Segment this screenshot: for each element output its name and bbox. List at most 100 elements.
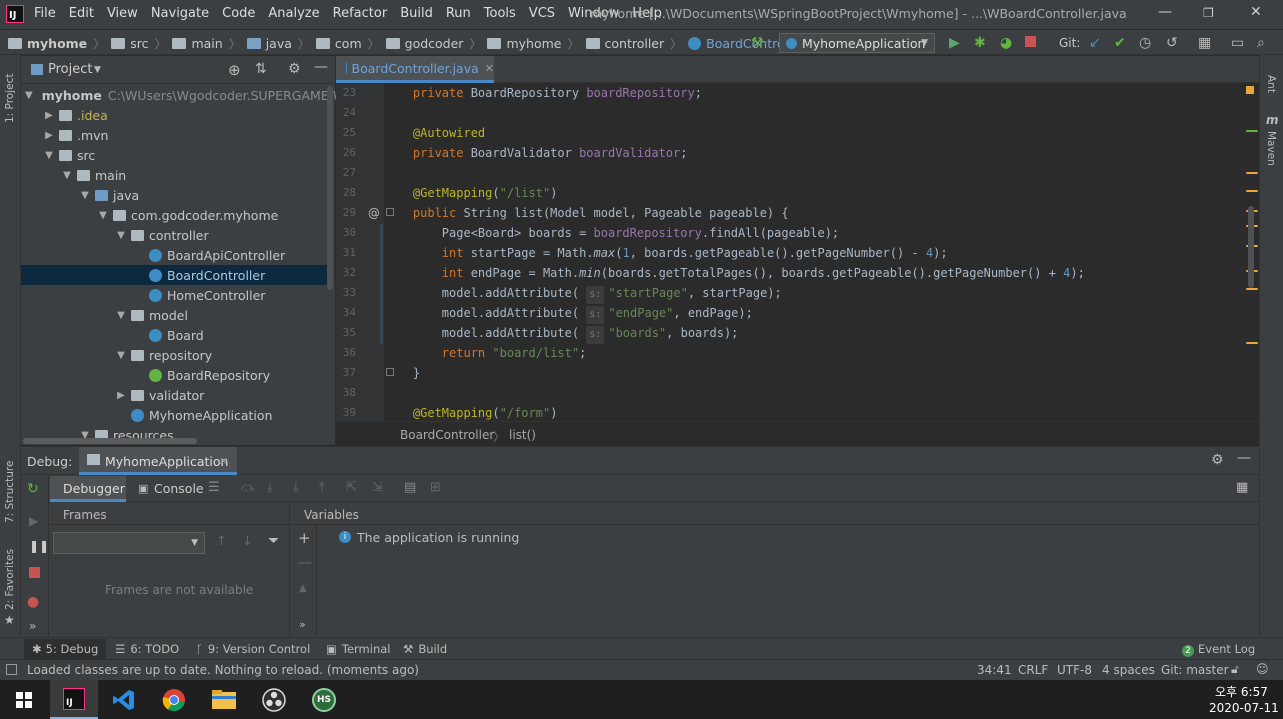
coverage-icon[interactable]: ◕ [1000,35,1012,51]
event-log-button[interactable]: 2 Event Log [1182,642,1255,657]
breadcrumb-item[interactable]: myhome [487,36,561,51]
fold-marker-icon[interactable] [386,208,394,216]
menu-code[interactable]: Code [222,6,255,21]
code-line[interactable]: model.addAttribute( s: "endPage", endPage… [384,304,753,324]
tab-debugger[interactable]: Debugger [50,476,126,502]
next-frame-icon[interactable]: ↓ [242,534,253,549]
code-line[interactable]: return "board/list"; [384,344,587,364]
step-into-icon[interactable]: ⤓ [293,480,299,495]
ant-tool-button[interactable]: Ant [1265,75,1277,93]
indent-setting[interactable]: 4 spaces [1102,663,1155,677]
close-session-icon[interactable]: ✕ [219,455,228,468]
tree-item[interactable]: HomeController [21,285,331,305]
add-watch-icon[interactable]: + [298,529,311,547]
git-history-icon[interactable]: ◷ [1139,35,1151,51]
todo-tool-button[interactable]: ☰ 6: TODO [115,642,179,656]
previous-frame-icon[interactable]: ↑ [216,534,227,549]
tab-board-controller[interactable]: BoardController.java ✕ [336,56,494,83]
minimize-icon[interactable]: — [1158,4,1172,20]
tree-item[interactable]: ▶ .mvn [21,125,331,145]
breadcrumb-item[interactable]: myhome [8,36,87,51]
rerun-icon[interactable]: ↻ [27,481,39,497]
toggle-tool-windows-icon[interactable] [6,664,17,675]
code-line[interactable]: public String list(Model model, Pageable… [384,204,789,224]
more-icon[interactable]: » [299,618,306,631]
view-breakpoints-icon[interactable]: ● [27,594,39,610]
git-branch[interactable]: Git: master [1161,663,1229,677]
gear-icon[interactable]: ⚙ [1211,452,1224,468]
breadcrumb-item[interactable]: src [111,36,148,51]
terminal-tool-button[interactable]: ▣ Terminal [326,642,390,656]
move-up-icon[interactable]: ▲ [299,583,307,594]
git-update-icon[interactable]: ↙ [1089,35,1101,51]
tree-item[interactable]: BoardApiController [21,245,331,265]
collapse-all-icon[interactable]: ⇅ [255,61,267,77]
drop-frame-icon[interactable]: ⇱ [346,480,357,495]
build-tool-button[interactable]: ⚒ Build [403,642,447,656]
code-line[interactable]: @GetMapping("/list") [384,184,558,204]
evaluate-icon[interactable]: ▤ [404,480,416,495]
start-button[interactable] [0,680,48,719]
taskbar-hs-app[interactable]: HS [300,680,348,719]
collapsed-arrow-icon[interactable]: ▶ [43,110,55,121]
tree-item[interactable]: ▼ repository [21,345,331,365]
expanded-arrow-icon[interactable]: ▼ [97,210,109,221]
tab-console[interactable]: ▣ Console [136,476,206,502]
code-line[interactable]: int endPage = Math.min(boards.getTotalPa… [384,264,1085,284]
code-editor[interactable]: private BoardRepository boardRepository;… [384,83,1259,421]
menu-run[interactable]: Run [446,6,471,21]
taskbar-file-explorer[interactable] [200,680,248,719]
clock-time[interactable]: 오후 6:57 [1215,683,1268,700]
code-line[interactable]: model.addAttribute( s: "boards", boards); [384,324,738,344]
thread-select[interactable]: ▼ [53,532,205,554]
version-control-tool-button[interactable]: ᚴ 9: Version Control [196,642,310,656]
hide-panel-icon[interactable]: — [1237,450,1251,466]
clock-date[interactable]: 2020-07-11 [1209,701,1279,715]
tree-item[interactable]: ▼ myhome C:\WUsers\Wgodcoder.SUPERGAME\WDo… [21,85,369,105]
menu-lines-icon[interactable]: ☰ [208,480,220,495]
menu-tools[interactable]: Tools [484,6,516,21]
inspector-icon[interactable]: ☺ [1256,662,1269,676]
collapsed-arrow-icon[interactable]: ▶ [115,390,127,401]
expanded-arrow-icon[interactable]: ▼ [25,90,33,101]
more-icon[interactable]: » [29,619,36,633]
presentation-icon[interactable]: ▭ [1231,35,1244,51]
project-tool-button[interactable]: 1: Project [4,63,16,123]
debug-tool-button[interactable]: ✱ 5: Debug [24,639,107,659]
locate-file-icon[interactable]: ⊕ [228,61,241,79]
code-line[interactable]: @Autowired [384,124,485,144]
expanded-arrow-icon[interactable]: ▼ [43,150,55,161]
menu-build[interactable]: Build [400,6,433,21]
run-configuration-select[interactable]: MyhomeApplication ▼ [779,33,935,53]
tree-item[interactable]: MyhomeApplication [21,405,331,425]
tree-horizontal-scrollbar[interactable] [23,438,197,444]
chevron-down-icon[interactable]: ▼ [94,65,101,75]
run-icon[interactable]: ▶ [949,35,960,51]
resume-icon[interactable]: ▶ [29,514,38,528]
menu-vcs[interactable]: VCS [529,6,555,21]
tree-item[interactable]: Board [21,325,331,345]
tree-item[interactable]: ▼ controller [21,225,331,245]
collapsed-arrow-icon[interactable]: ▶ [43,130,55,141]
menu-refactor[interactable]: Refactor [333,6,388,21]
hide-panel-icon[interactable]: — [314,59,328,75]
expanded-arrow-icon[interactable]: ▼ [115,230,127,241]
stop-icon[interactable] [1025,36,1036,47]
expanded-arrow-icon[interactable]: ▼ [115,350,127,361]
favorites-tool-button[interactable]: 2: Favorites [4,549,16,610]
debug-bug-icon[interactable]: ✱ [974,35,986,51]
layout-icon[interactable]: ▦ [1236,480,1248,495]
filter-icon[interactable]: ⏷ [268,533,279,549]
debug-session-tab[interactable]: MyhomeApplication ✕ [79,447,237,475]
tree-item[interactable]: BoardRepository [21,365,331,385]
close-window-icon[interactable]: ✕ [1250,4,1262,20]
fold-marker-icon[interactable] [386,368,394,376]
tree-item[interactable]: ▼ src [21,145,331,165]
lock-icon[interactable]: 🔓︎ [1231,662,1239,677]
tree-item[interactable]: BoardController [21,265,331,285]
expanded-arrow-icon[interactable]: ▼ [79,190,91,201]
taskbar-chrome[interactable] [150,680,198,719]
breadcrumb-item[interactable]: com [315,36,362,51]
menu-file[interactable]: File [34,6,56,21]
code-line[interactable]: int startPage = Math.max(1, boards.getPa… [384,244,948,264]
